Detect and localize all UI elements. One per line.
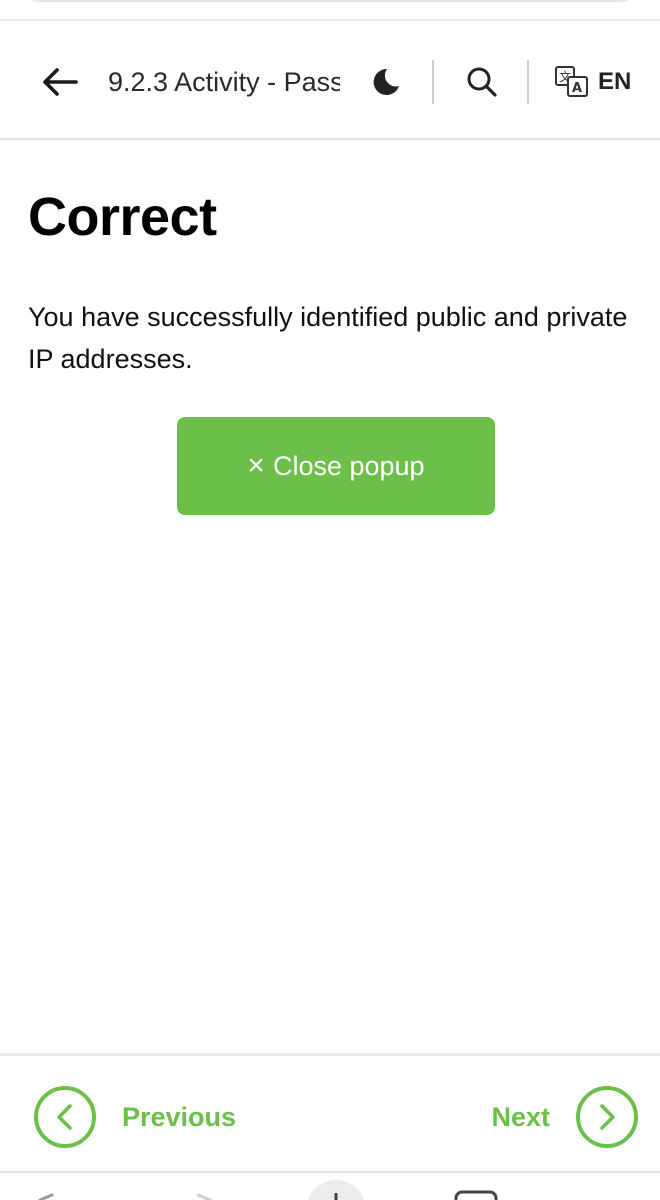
header-divider	[432, 60, 434, 104]
page-title: 9.2.3 Activity - Pass	[108, 67, 340, 97]
chevron-left-icon	[34, 1086, 96, 1148]
search-icon	[467, 67, 497, 97]
translate-icon: 文 A	[555, 66, 588, 97]
next-button[interactable]: Next	[491, 1086, 638, 1148]
moon-icon	[373, 68, 399, 95]
previous-button[interactable]: Previous	[34, 1086, 236, 1148]
close-icon: ×	[247, 449, 265, 482]
language-label: EN	[598, 68, 632, 95]
result-message: You have successfully identified public …	[28, 302, 628, 374]
search-button[interactable]	[460, 60, 504, 104]
next-label: Next	[491, 1101, 550, 1132]
page: 9.2.3 Activity - Pass 文 A EN Correct You…	[0, 0, 660, 1200]
dark-mode-toggle[interactable]	[366, 62, 406, 102]
close-popup-button[interactable]: × Close popup	[177, 417, 495, 515]
result-heading: Correct	[28, 187, 217, 247]
language-selector[interactable]: 文 A EN	[554, 60, 638, 104]
svg-text:A: A	[572, 81, 582, 96]
chevron-right-icon	[576, 1086, 638, 1148]
previous-label: Previous	[122, 1101, 237, 1132]
browser-toolbar-remnant	[0, 1175, 660, 1200]
top-divider	[0, 19, 660, 21]
back-button[interactable]	[38, 62, 82, 102]
browser-url-bar-remnant	[18, 0, 642, 2]
arrow-left-icon	[43, 68, 78, 96]
page-navigation: Previous Next	[0, 1053, 660, 1173]
page-header: 9.2.3 Activity - Pass 文 A EN	[0, 22, 660, 140]
close-popup-label: Close popup	[272, 450, 425, 481]
header-divider	[527, 60, 529, 104]
